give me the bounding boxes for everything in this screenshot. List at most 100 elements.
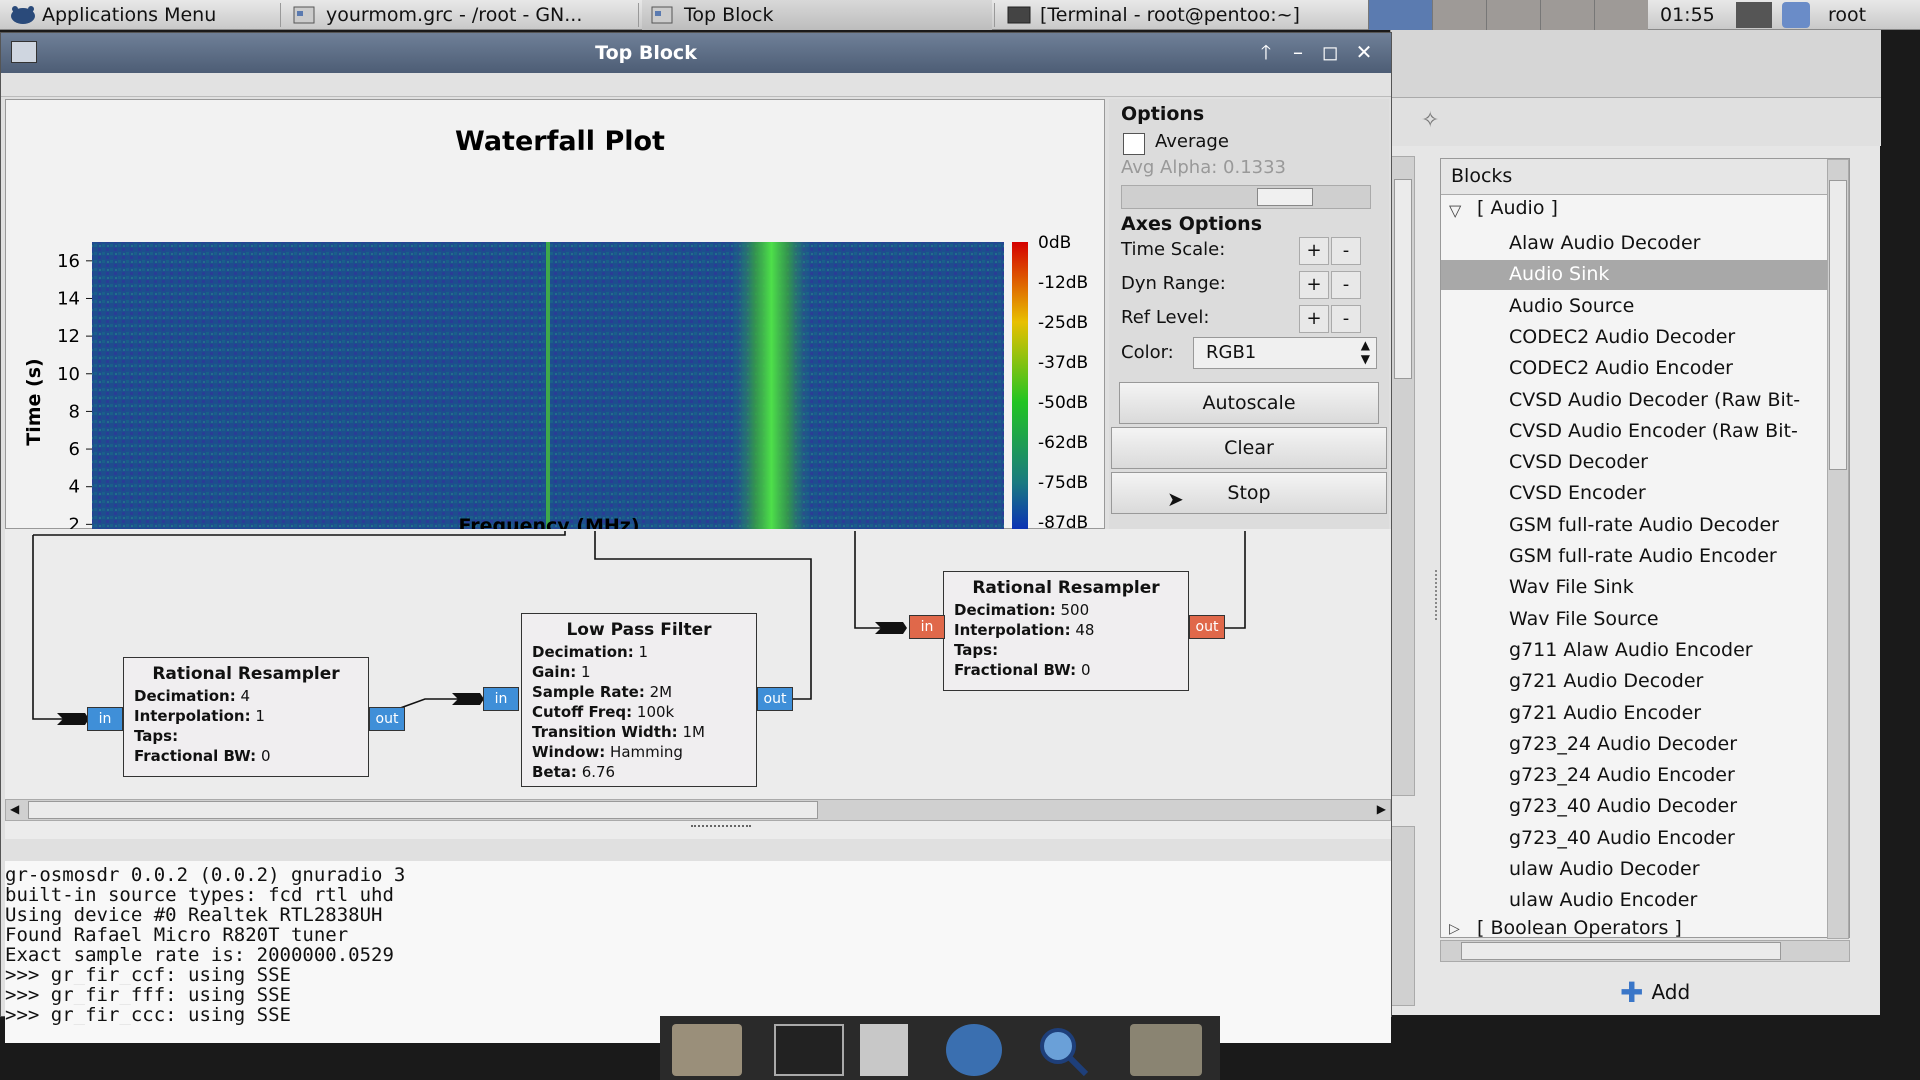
rational-resampler-block-2[interactable]: Rational Resampler Decimation: 500 Inter…: [943, 571, 1189, 691]
block-list-item[interactable]: g723_24 Audio Encoder: [1441, 761, 1827, 791]
resampler1-in-port[interactable]: in: [87, 707, 123, 731]
scroll-left-icon[interactable]: ◀: [10, 802, 19, 816]
workspace-2[interactable]: [1432, 0, 1486, 30]
param-value: 2M: [649, 683, 673, 701]
block-list-item[interactable]: g723_24 Audio Decoder: [1441, 730, 1827, 760]
ref-level-minus-button[interactable]: -: [1331, 305, 1361, 333]
block-list-item[interactable]: g723_40 Audio Decoder: [1441, 792, 1827, 822]
dyn-range-plus-button[interactable]: +: [1299, 271, 1329, 299]
block-list-item[interactable]: g711 Alaw Audio Encoder: [1441, 636, 1827, 666]
add-block-button[interactable]: ✚ Add: [1620, 976, 1690, 1009]
pane-resize-handle[interactable]: [1435, 570, 1439, 620]
block-list-item[interactable]: Wav File Source: [1441, 605, 1827, 635]
block-list-item[interactable]: ulaw Audio Encoder: [1441, 886, 1827, 916]
collapse-arrow-icon[interactable]: ▷: [1449, 921, 1460, 937]
waterfall-plot[interactable]: Waterfall Plot -1-0.8-0.6-0.4-0.200.20.4…: [6, 100, 1106, 530]
block-list-item[interactable]: g723_40 Audio Encoder: [1441, 824, 1827, 854]
resampler2-out-port[interactable]: out: [1189, 615, 1225, 639]
block-list-item[interactable]: Audio Source: [1441, 292, 1827, 322]
block-list-item[interactable]: Alaw Audio Decoder: [1441, 229, 1827, 259]
lpf-out-port[interactable]: out: [757, 687, 793, 711]
block-param: Decimation: 500: [954, 600, 1178, 620]
param-value: 1: [255, 707, 265, 725]
tray-app-icon[interactable]: [1782, 2, 1810, 28]
block-list-item[interactable]: GSM full-rate Audio Decoder: [1441, 511, 1827, 541]
network-icon[interactable]: [1736, 2, 1772, 28]
block-list-item[interactable]: g721 Audio Encoder: [1441, 699, 1827, 729]
canvas-horizontal-scrollbar[interactable]: ◀ ▶: [5, 799, 1391, 821]
rational-resampler-block-1[interactable]: Rational Resampler Decimation: 4 Interpo…: [123, 657, 369, 777]
workspace-4[interactable]: [1540, 0, 1594, 30]
user-label: root: [1828, 4, 1867, 26]
block-list-item[interactable]: CODEC2 Audio Encoder: [1441, 354, 1827, 384]
colorbar-tick-label: -25dB: [1038, 313, 1088, 333]
block-list-item[interactable]: GSM full-rate Audio Encoder: [1441, 542, 1827, 572]
expand-arrow-icon[interactable]: ▽: [1449, 201, 1461, 220]
block-list-item[interactable]: Audio Sink: [1441, 260, 1827, 291]
search-icon[interactable]: [1034, 1024, 1090, 1077]
workspace-5[interactable]: [1594, 0, 1648, 30]
wand-icon[interactable]: ✧: [1421, 108, 1439, 133]
autoscale-button[interactable]: Autoscale: [1119, 382, 1379, 424]
low-pass-filter-block[interactable]: Low Pass Filter Decimation: 1 Gain: 1 Sa…: [521, 613, 757, 787]
clear-button[interactable]: Clear: [1111, 427, 1387, 469]
blocks-vertical-scrollbar[interactable]: [1827, 159, 1849, 939]
canvas-hscroll-thumb[interactable]: [28, 801, 818, 819]
home-folder-icon[interactable]: [672, 1024, 742, 1076]
window-titlebar[interactable]: Top Block 🡑 – ◻ ✕: [1, 33, 1391, 73]
mouse-logo-icon: [8, 4, 35, 26]
flowgraph-canvas[interactable]: Rational Resampler Decimation: 4 Interpo…: [5, 529, 1391, 839]
window-maximize-button[interactable]: ◻: [1317, 39, 1343, 65]
average-checkbox[interactable]: [1123, 133, 1145, 155]
avg-alpha-slider-handle[interactable]: [1257, 188, 1313, 206]
block-list-item[interactable]: CVSD Decoder: [1441, 448, 1827, 478]
block-list-item[interactable]: CVSD Encoder: [1441, 479, 1827, 509]
blocks-header-label: Blocks: [1451, 165, 1513, 187]
console-vertical-scrollbar[interactable]: [1391, 826, 1415, 1006]
param-value: 0: [1080, 661, 1091, 679]
applications-menu-button[interactable]: Applications Menu: [0, 0, 280, 30]
block-list-item[interactable]: CODEC2 Audio Decoder: [1441, 323, 1827, 353]
param-value: 6.76: [581, 763, 616, 781]
category-audio[interactable]: [ Audio ]: [1477, 197, 1558, 219]
workspace-1[interactable]: [1368, 0, 1432, 30]
blocks-hscroll-thumb[interactable]: [1461, 942, 1781, 960]
task-top-block[interactable]: Top Block: [642, 0, 992, 30]
block-list-item-label: g723_24 Audio Encoder: [1509, 764, 1735, 787]
scroll-right-icon[interactable]: ▶: [1377, 802, 1386, 816]
lpf-in-port[interactable]: in: [483, 687, 519, 711]
canvas-vscroll-thumb[interactable]: [1394, 179, 1412, 379]
user-menu[interactable]: root: [1820, 0, 1900, 30]
colorbar-tick-label: -62dB: [1038, 433, 1088, 453]
blocks-horizontal-scrollbar[interactable]: [1440, 940, 1850, 962]
time-scale-plus-button[interactable]: +: [1299, 237, 1329, 265]
resampler2-in-port[interactable]: in: [909, 615, 945, 639]
ref-level-plus-button[interactable]: +: [1299, 305, 1329, 333]
dyn-range-minus-button[interactable]: -: [1331, 271, 1361, 299]
block-list-item[interactable]: ulaw Audio Decoder: [1441, 855, 1827, 885]
stop-button[interactable]: Stop: [1111, 472, 1387, 514]
file-cabinet-icon[interactable]: [860, 1024, 908, 1076]
window-close-button[interactable]: ✕: [1351, 39, 1377, 65]
colorbar-tick-label: -50dB: [1038, 393, 1088, 413]
folder-icon[interactable]: [1130, 1024, 1202, 1076]
window-shade-button[interactable]: 🡑: [1253, 39, 1279, 65]
color-select[interactable]: RGB1 ▲ ▼: [1193, 337, 1377, 369]
canvas-vertical-scrollbar[interactable]: [1391, 156, 1415, 796]
task-terminal[interactable]: [Terminal - root@pentoo:~]: [998, 0, 1348, 30]
block-list-item[interactable]: CVSD Audio Encoder (Raw Bit-: [1441, 417, 1827, 447]
terminal-icon[interactable]: [774, 1024, 844, 1076]
block-list-item[interactable]: CVSD Audio Decoder (Raw Bit-: [1441, 386, 1827, 416]
task-grc-editor[interactable]: yourmom.grc - /root - GN...: [284, 0, 634, 30]
block-list-item[interactable]: Wav File Sink: [1441, 573, 1827, 603]
avg-alpha-slider[interactable]: [1121, 185, 1371, 209]
workspace-3[interactable]: [1486, 0, 1540, 30]
blocks-vscroll-thumb[interactable]: [1829, 180, 1847, 470]
time-scale-minus-button[interactable]: -: [1331, 237, 1361, 265]
resampler1-out-port[interactable]: out: [369, 707, 405, 731]
block-list-item[interactable]: g721 Audio Decoder: [1441, 667, 1827, 697]
console-resize-handle[interactable]: [691, 825, 751, 829]
window-minimize-button[interactable]: –: [1285, 39, 1311, 65]
web-browser-icon[interactable]: [946, 1024, 1002, 1076]
category-boolean-operators[interactable]: [ Boolean Operators ]: [1477, 917, 1682, 939]
